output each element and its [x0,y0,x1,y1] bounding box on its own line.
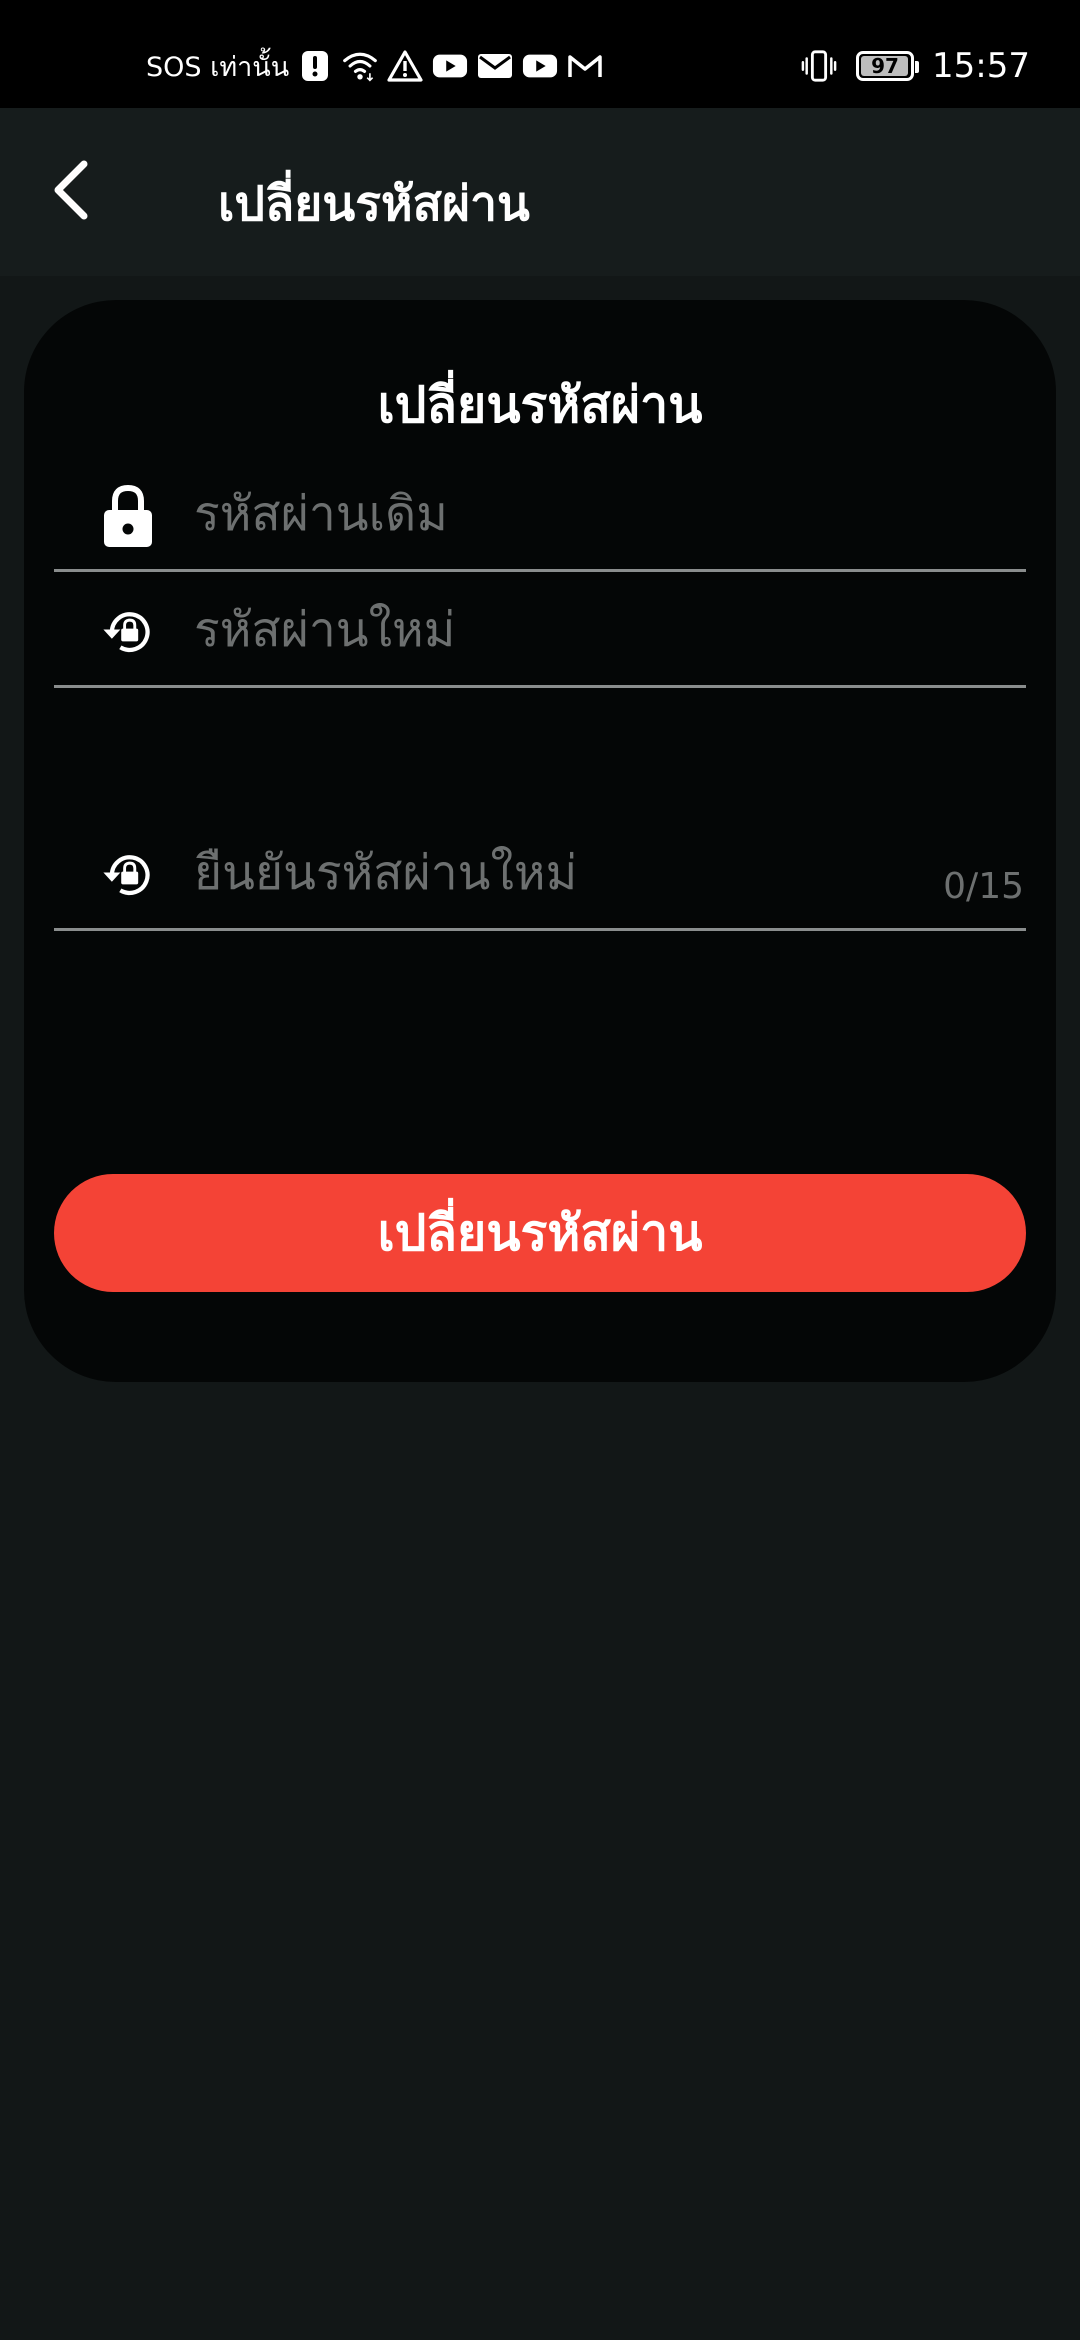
wifi-icon [342,48,378,84]
battery-indicator: 97 [856,51,920,81]
change-password-card: เปลี่ยนรหัสผ่าน 0/15 เปลี่ยนรหัสผ่าน [24,300,1056,1382]
lock-icon [100,484,156,548]
youtube-icon [522,48,558,84]
status-bar-right: 97 15:57 [801,44,1030,88]
confirm-password-input[interactable] [194,835,994,911]
confirm-password-field [54,809,1026,931]
lock-reset-icon [100,843,156,907]
battery-tip [915,61,920,73]
change-password-button[interactable]: เปลี่ยนรหัสผ่าน [54,1174,1026,1292]
old-password-input[interactable] [194,476,994,552]
youtube-icon [432,48,468,84]
new-password-field [54,566,1026,688]
chevron-left-icon [48,158,92,226]
lock-reset-icon [100,600,156,664]
warning-icon [387,48,423,84]
battery-level: 97 [871,54,899,78]
status-bar-left: SOS เท่านั้น [146,44,612,88]
page-title: เปลี่ยนรหัสผ่าน [218,176,530,232]
clock: 15:57 [932,46,1030,86]
alert-badge-icon [297,48,333,84]
gmail-icon [567,48,603,84]
new-password-input[interactable] [194,592,994,668]
vibrate-icon [801,48,837,84]
app-header: เปลี่ยนรหัสผ่าน [0,108,1080,276]
old-password-field [54,450,1026,572]
status-bar: SOS เท่านั้น 97 15:57 [0,0,1080,108]
mail-icon [477,48,513,84]
carrier-text: SOS เท่านั้น [146,51,290,83]
card-title: เปลี่ยนรหัสผ่าน [377,376,703,434]
back-button[interactable] [30,152,110,232]
